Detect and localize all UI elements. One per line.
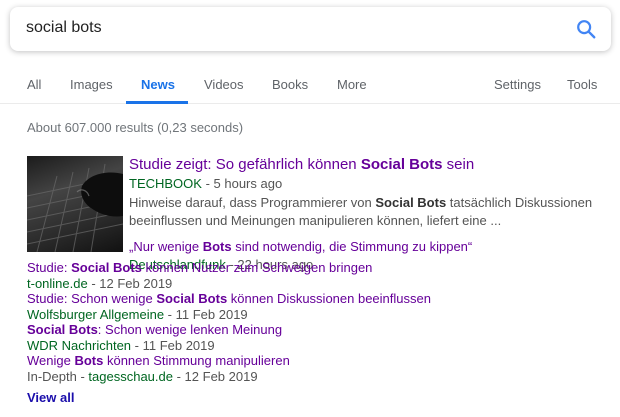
top-story-snippet: Hinweise darauf, dass Programmierer von … [129,195,593,228]
story-meta: t-online.de - 12 Feb 2019 [27,276,617,291]
keyboard-hand-image [27,163,123,252]
search-input[interactable]: social bots [26,19,102,37]
tab-books[interactable]: Books [272,77,308,92]
tab-news[interactable]: News [141,77,175,92]
story-meta: WDR Nachrichten - 11 Feb 2019 [27,338,617,353]
story-date: - 12 Feb 2019 [87,276,173,291]
story-source: Wolfsburger Allgemeine [27,307,165,322]
top-story-date: - 5 hours ago [201,176,283,191]
story-meta: Wolfsburger Allgemeine - 11 Feb 2019 [27,307,617,322]
top-story-title[interactable]: Studie zeigt: So gefährlich können Socia… [129,155,609,175]
result-stats: About 607.000 results (0,23 seconds) [27,120,244,135]
tab-all[interactable]: All [27,77,41,92]
story-date: - 11 Feb 2019 [131,338,215,353]
tab-videos[interactable]: Videos [204,77,244,92]
active-tab-indicator [126,101,188,104]
story-date: - 12 Feb 2019 [173,369,258,384]
story-source: tagesschau.de [88,369,173,384]
top-story-meta: TECHBOOK - 5 hours ago [129,175,609,193]
story-title[interactable]: Wenige Bots können Stimmung manipulieren [27,353,617,369]
top-story-source: TECHBOOK [129,176,202,191]
story-date: - 11 Feb 2019 [164,307,248,322]
tab-tools[interactable]: Tools [567,77,597,92]
tab-images[interactable]: Images [70,77,113,92]
top-story: Studie zeigt: So gefährlich können Socia… [129,155,609,274]
story-source: WDR Nachrichten [27,338,132,353]
story-source: t-online.de [27,276,88,291]
search-icon[interactable] [575,18,597,40]
story-title[interactable]: Studie: Social Bots können Nutzer zum Sc… [27,260,617,276]
tab-more[interactable]: More [337,77,367,92]
story-title[interactable]: Social Bots: Schon wenige lenken Meinung [27,322,617,338]
list-item: Social Bots: Schon wenige lenken Meinung… [27,322,617,353]
view-all-link[interactable]: View all [27,390,74,405]
story-meta: In-Depth - tagesschau.de - 12 Feb 2019 [27,369,258,384]
news-thumbnail[interactable] [27,156,123,252]
story-title[interactable]: Studie: Schon wenige Social Bots können … [27,291,617,307]
search-tabs: All Images News Videos Books More Settin… [0,56,620,104]
search-box[interactable]: social bots [10,7,611,51]
more-stories-list: Studie: Social Bots können Nutzer zum Sc… [27,260,617,384]
list-item: Studie: Social Bots können Nutzer zum Sc… [27,260,617,291]
list-item: Wenige Bots können Stimmung manipulieren… [27,353,617,384]
list-item: Studie: Schon wenige Social Bots können … [27,291,617,322]
related-story-title[interactable]: „Nur wenige Bots sind notwendig, die Sti… [129,238,609,256]
tab-settings[interactable]: Settings [494,77,541,92]
